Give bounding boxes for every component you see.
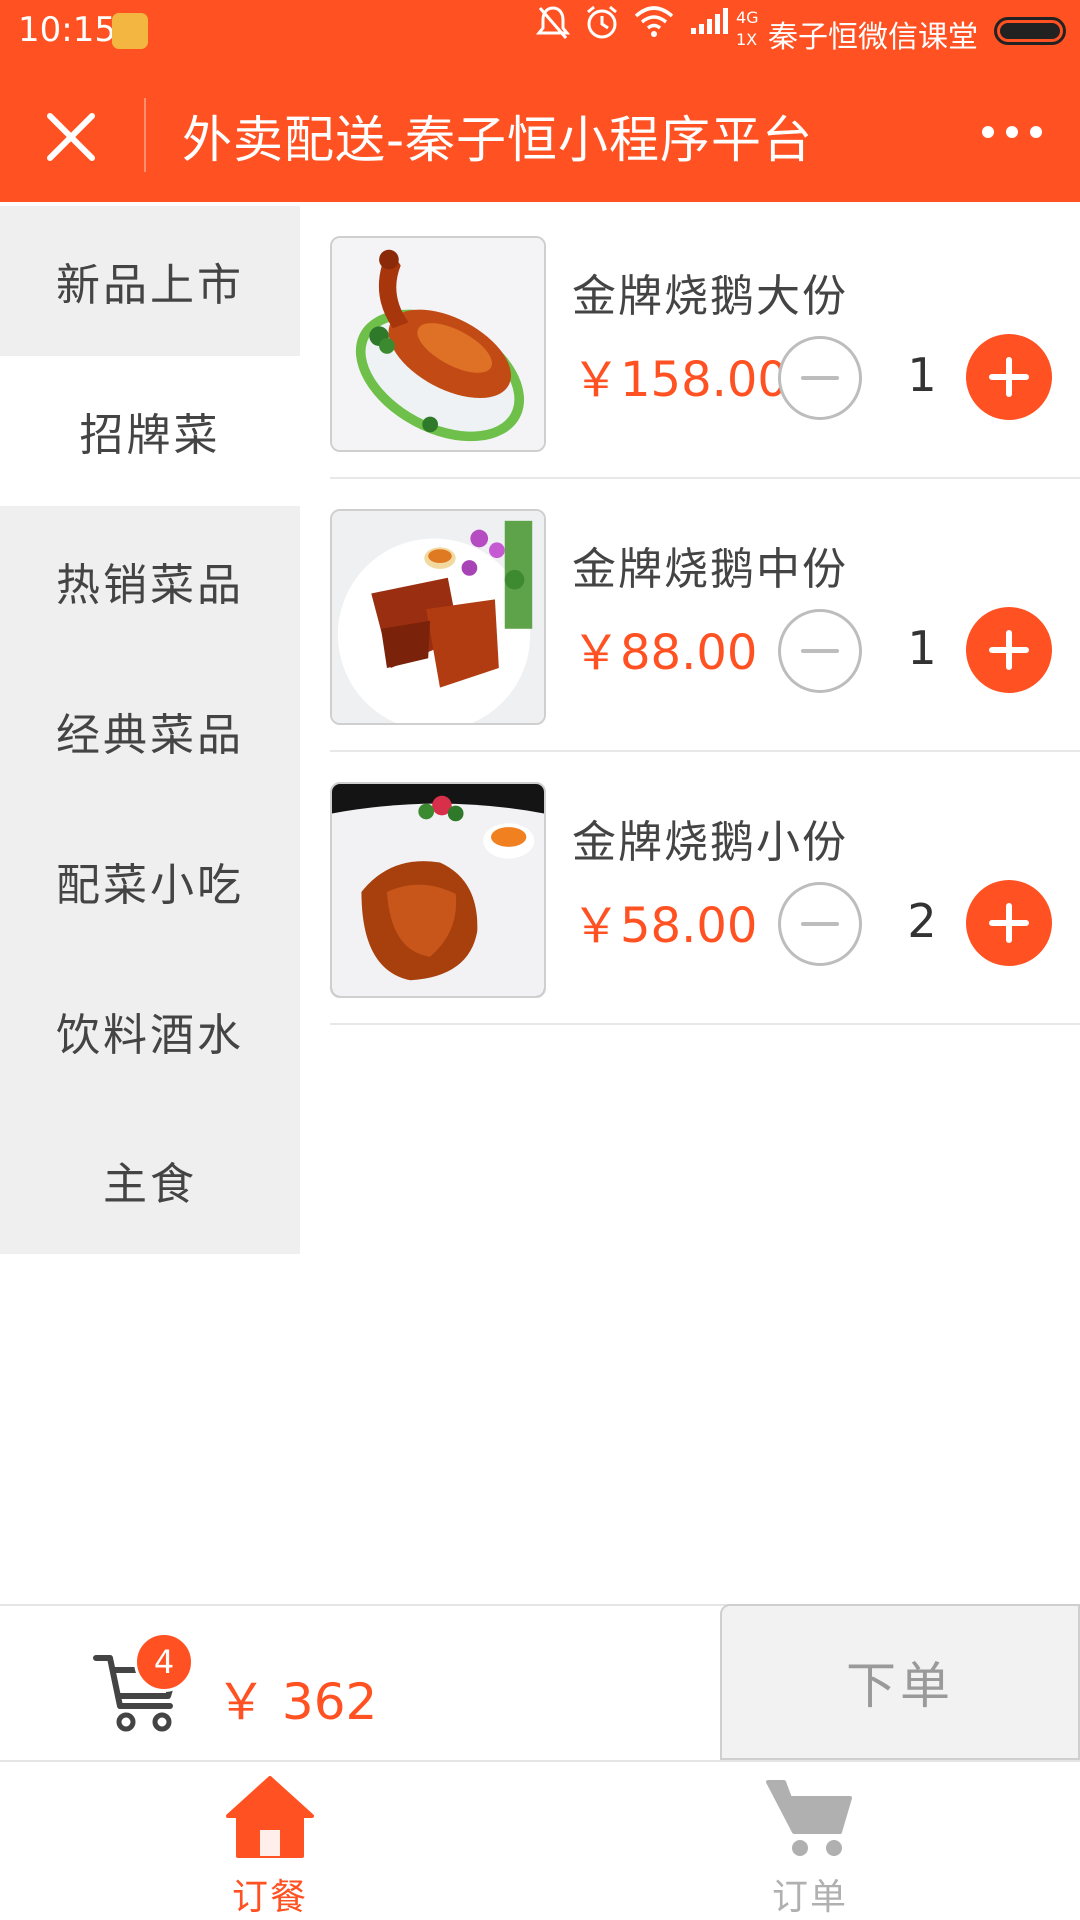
close-icon[interactable] [42, 108, 100, 166]
tab-orders[interactable]: 订单 [540, 1762, 1080, 1920]
carrier-label: 秦子恒微信课堂 [768, 20, 978, 55]
product-image[interactable] [330, 236, 546, 452]
app-root: 10:15 4G 1X 秦子恒微信课堂 外卖配送-秦子恒小程序平台 新品上市 招… [0, 0, 1080, 1920]
cart-total: ￥ 362 [216, 1673, 378, 1731]
place-order-label: 下单 [846, 1657, 954, 1715]
sidebar-item-label: 配菜小吃 [56, 860, 244, 911]
sidebar-item-label: 新品上市 [56, 260, 244, 311]
product-name: 金牌烧鹅小份 [572, 817, 848, 868]
plus-button[interactable] [966, 880, 1052, 966]
more-icon[interactable] [982, 124, 1042, 140]
quantity-value: 1 [907, 621, 937, 675]
list-item: 金牌烧鹅大份 ￥158.00 1 [330, 206, 1080, 479]
battery-icon [994, 17, 1066, 45]
sidebar-item-hot[interactable]: 热销菜品 [0, 506, 300, 656]
sim-indicator: 1X [736, 30, 758, 49]
quantity-value: 2 [907, 894, 937, 948]
status-time: 10:15 [18, 10, 116, 50]
sidebar-item-new[interactable]: 新品上市 [0, 206, 300, 356]
plus-button[interactable] [966, 607, 1052, 693]
minus-button[interactable] [778, 336, 862, 420]
network-type: 4G [736, 8, 759, 27]
sidebar-item-label: 招牌菜 [79, 410, 221, 461]
sidebar-item-snacks[interactable]: 配菜小吃 [0, 806, 300, 956]
signal-icon [691, 8, 728, 34]
tab-label: 订单 [771, 1877, 848, 1918]
mute-icon [536, 6, 570, 39]
product-name: 金牌烧鹅大份 [572, 271, 848, 322]
notification-icon [112, 13, 148, 49]
product-name: 金牌烧鹅中份 [572, 544, 848, 595]
sidebar-item-label: 热销菜品 [56, 560, 244, 611]
quantity-value: 1 [907, 348, 937, 402]
wifi-icon [634, 6, 674, 37]
cart-bar: 4 ￥ 362 下单 [0, 1604, 1080, 1760]
product-price: ￥88.00 [572, 625, 758, 681]
place-order-button[interactable]: 下单 [720, 1604, 1080, 1760]
plus-button[interactable] [966, 334, 1052, 420]
status-bar: 10:15 4G 1X 秦子恒微信课堂 [0, 0, 1080, 62]
sidebar-item-label: 主食 [103, 1159, 197, 1210]
category-sidebar: 新品上市 招牌菜 热销菜品 经典菜品 配菜小吃 饮料酒水 主食 [0, 206, 300, 1254]
sidebar-item-label: 饮料酒水 [56, 1010, 244, 1061]
product-price: ￥58.00 [572, 898, 758, 954]
product-image[interactable] [330, 782, 546, 998]
product-list: 金牌烧鹅大份 ￥158.00 1 金牌烧鹅中份 ￥88.00 1 金牌烧鹅小份 … [330, 206, 1080, 1025]
product-image[interactable] [330, 509, 546, 725]
sidebar-item-classic[interactable]: 经典菜品 [0, 656, 300, 806]
minus-button[interactable] [778, 609, 862, 693]
sidebar-item-staple[interactable]: 主食 [0, 1106, 300, 1254]
minus-button[interactable] [778, 882, 862, 966]
tab-order-food[interactable]: 订餐 [0, 1762, 540, 1920]
nav-bar: 外卖配送-秦子恒小程序平台 [0, 62, 1080, 202]
tab-bar: 订餐 订单 [0, 1760, 1080, 1920]
product-price: ￥158.00 [572, 352, 788, 408]
alarm-icon [587, 5, 617, 39]
sidebar-item-drinks[interactable]: 饮料酒水 [0, 956, 300, 1106]
home-icon [226, 1776, 314, 1858]
cart-icon [766, 1780, 852, 1856]
page-title: 外卖配送-秦子恒小程序平台 [182, 111, 814, 169]
list-item: 金牌烧鹅小份 ￥58.00 2 [330, 752, 1080, 1025]
tab-label: 订餐 [231, 1877, 308, 1918]
nav-divider [144, 98, 146, 172]
list-item: 金牌烧鹅中份 ￥88.00 1 [330, 479, 1080, 752]
sidebar-item-signature[interactable]: 招牌菜 [0, 356, 300, 506]
cart-count-badge: 4 [134, 1632, 194, 1692]
sidebar-item-label: 经典菜品 [56, 710, 244, 761]
